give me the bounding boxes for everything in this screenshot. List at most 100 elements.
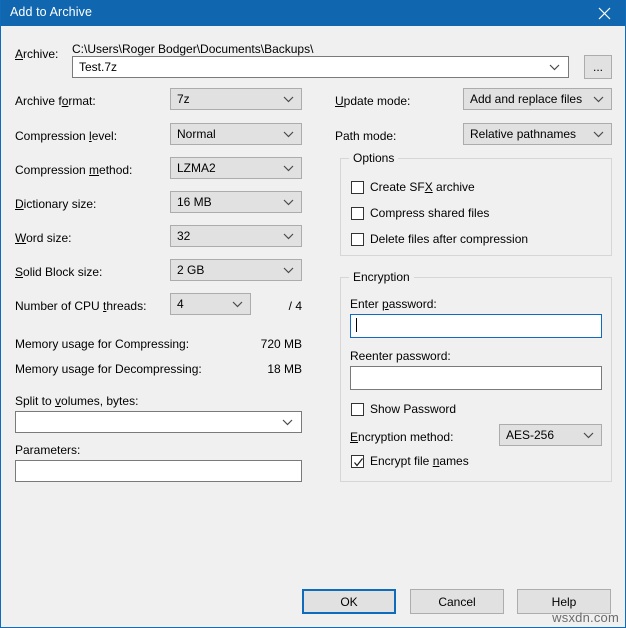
archive-format-label: Archive format: — [15, 94, 96, 108]
path-mode-label-a: Path mode: — [335, 129, 397, 143]
enter-password-input[interactable] — [350, 314, 602, 338]
checkbox-unchecked-icon — [351, 402, 364, 416]
parameters-input[interactable] — [15, 460, 302, 482]
compress-shared-files-label-a: Compress shared files — [370, 206, 490, 220]
delete-files-label-a: Delete files after compression — [370, 232, 529, 246]
close-button[interactable] — [581, 0, 625, 26]
split-volumes-label-a: Split to — [15, 394, 56, 408]
update-mode-label-b: pdate mode: — [343, 94, 411, 108]
compression-level-label-a: Compression — [15, 129, 90, 143]
archive-label-accel: A — [15, 47, 24, 61]
browse-button-label: ... — [592, 60, 603, 74]
archive-path-text: C:\Users\Roger Bodger\Documents\Backups\ — [72, 42, 314, 56]
chevron-down-icon — [283, 124, 294, 144]
update-mode-combo[interactable]: Add and replace files — [463, 88, 612, 110]
split-volumes-label: Split to volumes, bytes: — [15, 394, 138, 408]
dictionary-size-value: 16 MB — [177, 195, 212, 209]
show-password-checkbox[interactable]: Show Password — [351, 401, 456, 417]
compress-shared-files-label: Compress shared files — [370, 206, 489, 220]
reenter-password-input[interactable] — [350, 366, 602, 390]
encrypt-file-names-label-b: ames — [439, 454, 469, 468]
cpu-threads-label-b: hreads: — [106, 299, 147, 313]
memory-decompress-label: Memory usage for Decompressing: — [15, 362, 202, 376]
cpu-threads-value: 4 — [177, 297, 184, 311]
path-mode-combo[interactable]: Relative pathnames — [463, 123, 612, 145]
chevron-down-icon — [283, 192, 294, 212]
ok-button[interactable]: OK — [302, 589, 396, 614]
delete-files-after-compression-checkbox[interactable]: Delete files after compression — [351, 231, 528, 247]
chevron-down-icon — [283, 260, 294, 280]
compression-level-value: Normal — [177, 127, 216, 141]
enter-password-label-a: Enter — [350, 297, 383, 311]
cancel-button[interactable]: Cancel — [410, 589, 504, 614]
memory-decompress-value: 18 MB — [267, 362, 302, 376]
split-volumes-combo[interactable] — [15, 411, 302, 433]
solid-block-size-value: 2 GB — [177, 263, 205, 277]
encryption-method-label-accel: E — [350, 430, 359, 444]
word-size-combo[interactable]: 32 — [170, 225, 302, 247]
title-bar: Add to Archive — [1, 0, 625, 26]
archive-name-value: Test.7z — [79, 60, 118, 74]
text-caret — [356, 318, 357, 332]
encryption-method-combo[interactable]: AES-256 — [499, 424, 602, 446]
path-mode-value: Relative pathnames — [470, 127, 577, 141]
parameters-label: Parameters: — [15, 443, 81, 457]
show-password-label: Show Password — [370, 402, 457, 416]
delete-files-after-compression-label: Delete files after compression — [370, 232, 528, 246]
chevron-down-icon — [282, 412, 293, 432]
create-sfx-label-accel: X — [424, 180, 433, 194]
chevron-down-icon — [583, 425, 594, 445]
cpu-threads-combo[interactable]: 4 — [170, 293, 251, 315]
encryption-method-label-b: ncryption method: — [358, 430, 454, 444]
update-mode-value: Add and replace files — [470, 92, 583, 106]
enter-password-label-b: assword: — [388, 297, 437, 311]
dictionary-size-label-b: ictionary size: — [23, 197, 97, 211]
checkbox-checked-icon — [351, 454, 364, 468]
help-button-label: Help — [551, 594, 577, 609]
archive-format-value: 7z — [177, 92, 190, 106]
word-size-label-accel: W — [15, 231, 27, 245]
dictionary-size-label-accel: D — [15, 197, 24, 211]
cpu-threads-max: / 4 — [288, 299, 302, 313]
enter-password-label-accel: p — [382, 297, 389, 311]
archive-format-label-b: rmat: — [68, 94, 96, 108]
encrypt-file-names-checkbox[interactable]: Encrypt file names — [351, 453, 469, 469]
word-size-value: 32 — [177, 229, 191, 243]
checkbox-unchecked-icon — [351, 232, 364, 246]
options-group-title: Options — [349, 151, 399, 165]
cpu-threads-label: Number of CPU threads: — [15, 299, 146, 313]
create-sfx-checkbox[interactable]: Create SFX archive — [351, 179, 475, 195]
ok-button-label: OK — [340, 594, 358, 609]
archive-format-combo[interactable]: 7z — [170, 88, 302, 110]
chevron-down-icon — [593, 89, 604, 109]
browse-button[interactable]: ... — [584, 55, 612, 79]
word-size-label: Word size: — [15, 231, 71, 245]
checkbox-unchecked-icon — [351, 180, 364, 194]
cpu-threads-label-a: Number of CPU — [15, 299, 104, 313]
compress-shared-files-checkbox[interactable]: Compress shared files — [351, 205, 489, 221]
dictionary-size-combo[interactable]: 16 MB — [170, 191, 302, 213]
archive-name-combo[interactable]: Test.7z — [72, 56, 569, 78]
chevron-down-icon — [283, 89, 294, 109]
compression-method-label-accel: m — [89, 163, 100, 177]
solid-block-size-label: Solid Block size: — [15, 265, 102, 279]
checkbox-unchecked-icon — [351, 206, 364, 220]
compression-method-label-b: ethod: — [99, 163, 133, 177]
archive-format-label-a: Archive f — [15, 94, 62, 108]
solid-block-size-label-b: olid Block size: — [23, 265, 103, 279]
compression-level-combo[interactable]: Normal — [170, 123, 302, 145]
add-to-archive-dialog: Add to Archive Archive: C:\Users\Roger B… — [0, 0, 626, 628]
close-icon — [598, 7, 611, 20]
compression-method-combo[interactable]: LZMA2 — [170, 157, 302, 179]
compression-method-value: LZMA2 — [177, 161, 216, 175]
chevron-down-icon — [283, 226, 294, 246]
archive-label: Archive: — [15, 47, 59, 61]
dictionary-size-label: Dictionary size: — [15, 197, 96, 211]
watermark: wsxdn.com — [552, 610, 619, 625]
reenter-password-label: Reenter password: — [350, 349, 451, 363]
chevron-down-icon — [283, 158, 294, 178]
encryption-method-label: Encryption method: — [350, 430, 453, 444]
solid-block-size-combo[interactable]: 2 GB — [170, 259, 302, 281]
split-volumes-label-b: olumes, bytes: — [61, 394, 139, 408]
update-mode-label-accel: U — [335, 94, 344, 108]
